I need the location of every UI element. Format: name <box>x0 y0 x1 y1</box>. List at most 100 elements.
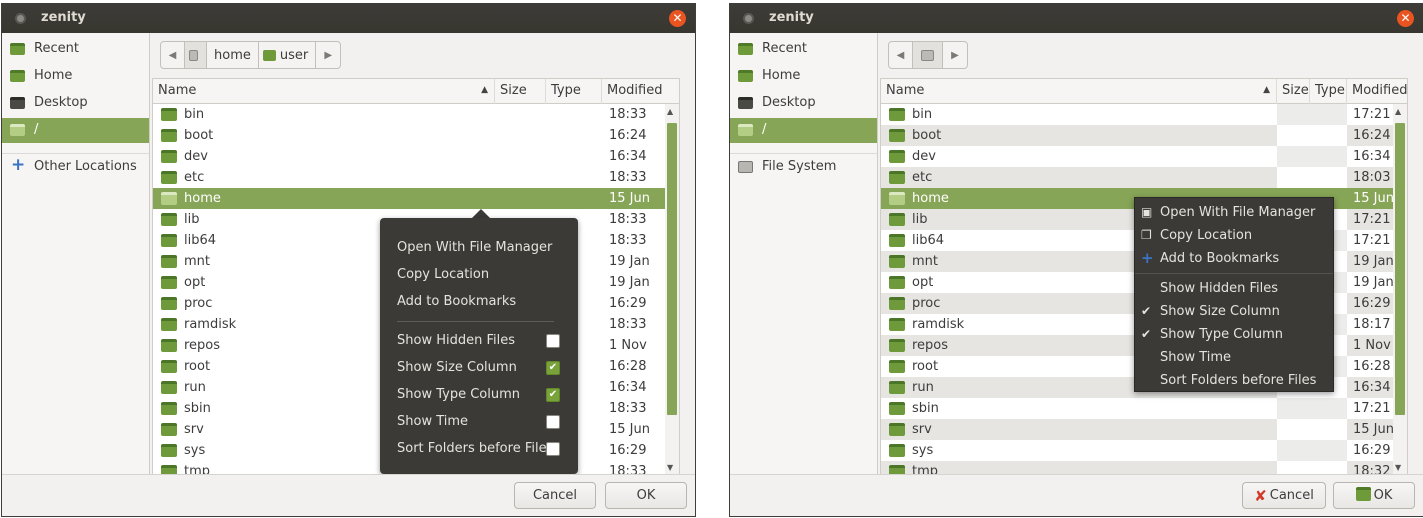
menu-item-add-to-bookmarks[interactable]: Add to Bookmarks <box>397 294 516 309</box>
sidebar-item-other-locations[interactable]: + Other Locations <box>2 155 149 180</box>
table-row[interactable]: bin 18:33 <box>153 104 679 125</box>
table-row[interactable]: etc 18:03 <box>881 167 1407 188</box>
toggle-show-hidden-files[interactable]: Show Hidden Files <box>397 333 515 348</box>
table-row[interactable]: sys 16:29 <box>881 440 1407 461</box>
menu-item-show-type-column[interactable]: Show Type Column <box>1160 327 1283 342</box>
file-modified: 16:24 <box>609 128 647 143</box>
show-size-column-checkbox[interactable]: ✔ <box>546 361 560 375</box>
home-folder-icon <box>738 70 753 82</box>
menu-item-show-size-column[interactable]: Show Size Column <box>1160 304 1280 319</box>
table-row[interactable]: dev 16:34 <box>153 146 679 167</box>
toggle-show-type-column[interactable]: Show Type Column <box>397 387 520 402</box>
file-name: repos <box>912 338 949 353</box>
path-root-button[interactable] <box>913 42 943 68</box>
menu-item-open-with-file-manager[interactable]: Open With File Manager <box>397 240 552 255</box>
menu-item-show-time[interactable]: Show Time <box>1160 350 1231 365</box>
path-segment-label: user <box>279 47 309 63</box>
column-size[interactable]: Size <box>495 79 546 104</box>
toggle-show-size-column[interactable]: Show Size Column <box>397 360 517 375</box>
path-scroll-right-button[interactable]: ▶ <box>316 42 340 68</box>
path-segment-user[interactable]: user <box>259 42 317 68</box>
sidebar-item-recent[interactable]: Recent <box>2 37 149 62</box>
table-row[interactable]: boot 16:24 <box>153 125 679 146</box>
show-type-column-checkbox[interactable]: ✔ <box>546 388 560 402</box>
sidebar-item-recent[interactable]: Recent <box>730 37 877 62</box>
table-row-selected[interactable]: home 15 Jun <box>153 188 679 209</box>
table-row[interactable]: bin 17:21 <box>881 104 1407 125</box>
cancel-button[interactable]: ✘ Cancel <box>1242 482 1326 509</box>
sidebar-item-desktop[interactable]: Desktop <box>2 91 149 116</box>
title-bar[interactable]: zenity ✕ <box>2 4 695 33</box>
table-row[interactable]: dev 16:34 <box>881 146 1407 167</box>
close-button[interactable]: ✕ <box>669 10 686 27</box>
folder-icon <box>161 192 177 205</box>
window-menu-icon[interactable] <box>743 13 754 24</box>
column-name[interactable]: Name ▲ <box>881 79 1277 104</box>
scroll-down-icon[interactable]: ▼ <box>1395 463 1401 472</box>
sidebar-item-home[interactable]: Home <box>2 64 149 89</box>
sidebar-item-label: Other Locations <box>34 159 137 174</box>
sidebar-item-file-system[interactable]: File System <box>730 155 877 180</box>
folder-icon <box>889 234 905 247</box>
table-row[interactable]: sbin 17:21 <box>881 398 1407 419</box>
menu-item-copy-location[interactable]: Copy Location <box>397 267 489 282</box>
sidebar-item-root[interactable]: / <box>730 118 877 143</box>
vertical-scrollbar[interactable]: ▲ ▼ <box>665 104 679 475</box>
file-name: lib <box>912 212 928 227</box>
column-modified[interactable]: Modified <box>602 79 679 104</box>
table-row[interactable]: boot 16:24 <box>881 125 1407 146</box>
path-scroll-right-button[interactable]: ▶ <box>943 42 967 68</box>
file-chooser-dialog-right: zenity ✕ Recent Home Desktop / File Syst… <box>729 3 1423 517</box>
column-type[interactable]: Type <box>546 79 602 104</box>
folder-icon <box>161 318 177 331</box>
toggle-show-time[interactable]: Show Time <box>397 414 468 429</box>
window-title: zenity <box>41 10 86 25</box>
scrollbar-thumb[interactable] <box>1395 123 1405 415</box>
ok-button[interactable]: OK <box>1333 482 1415 509</box>
title-bar[interactable]: zenity ✕ <box>730 4 1423 33</box>
path-scroll-left-button[interactable]: ◀ <box>889 42 913 68</box>
show-time-checkbox[interactable] <box>546 415 560 429</box>
path-segment-home[interactable]: home <box>207 42 259 68</box>
column-stripe <box>1277 398 1347 419</box>
sort-ascending-icon: ▲ <box>481 85 488 95</box>
menu-item-open-with-file-manager[interactable]: Open With File Manager <box>1160 205 1315 220</box>
scroll-up-icon[interactable]: ▲ <box>1395 107 1401 116</box>
sidebar-item-home[interactable]: Home <box>730 64 877 89</box>
column-stripe <box>1277 146 1347 167</box>
cancel-button-label: Cancel <box>1269 488 1314 503</box>
drive-icon <box>921 49 934 61</box>
menu-item-show-hidden-files[interactable]: Show Hidden Files <box>1160 281 1278 296</box>
folder-icon <box>889 213 905 226</box>
folder-icon <box>889 150 905 163</box>
table-row[interactable]: etc 18:33 <box>153 167 679 188</box>
toggle-sort-folders-before-files[interactable]: Sort Folders before Files <box>397 441 553 456</box>
sort-folders-checkbox[interactable] <box>546 442 560 456</box>
menu-item-add-to-bookmarks[interactable]: Add to Bookmarks <box>1160 251 1279 266</box>
table-row[interactable]: srv 15 Jun <box>881 419 1407 440</box>
sidebar-item-desktop[interactable]: Desktop <box>730 91 877 116</box>
vertical-scrollbar[interactable]: ▲ ▼ <box>1393 104 1407 475</box>
dialog-action-bar: Cancel OK <box>2 474 695 516</box>
folder-icon <box>161 276 177 289</box>
file-name: proc <box>912 296 941 311</box>
window-title: zenity <box>769 10 814 25</box>
menu-item-copy-location[interactable]: Copy Location <box>1160 228 1252 243</box>
file-context-menu: ▣ Open With File Manager ❐ Copy Location… <box>1134 197 1334 392</box>
scroll-up-icon[interactable]: ▲ <box>667 107 673 116</box>
column-modified[interactable]: Modified <box>1347 79 1407 104</box>
cancel-button[interactable]: Cancel <box>514 482 596 509</box>
scrollbar-thumb[interactable] <box>667 123 677 415</box>
path-root-button[interactable] <box>185 42 207 68</box>
ok-button[interactable]: OK <box>605 482 687 509</box>
sidebar-item-root[interactable]: / <box>2 118 149 143</box>
scroll-down-icon[interactable]: ▼ <box>667 463 673 472</box>
menu-item-sort-folders-before-files[interactable]: Sort Folders before Files <box>1160 373 1316 388</box>
window-menu-icon[interactable] <box>15 13 26 24</box>
column-type[interactable]: Type <box>1310 79 1347 104</box>
path-scroll-left-button[interactable]: ◀ <box>161 42 185 68</box>
show-hidden-files-checkbox[interactable] <box>546 334 560 348</box>
column-size[interactable]: Size <box>1277 79 1310 104</box>
close-button[interactable]: ✕ <box>1397 10 1414 27</box>
column-name[interactable]: Name ▲ <box>153 79 495 104</box>
